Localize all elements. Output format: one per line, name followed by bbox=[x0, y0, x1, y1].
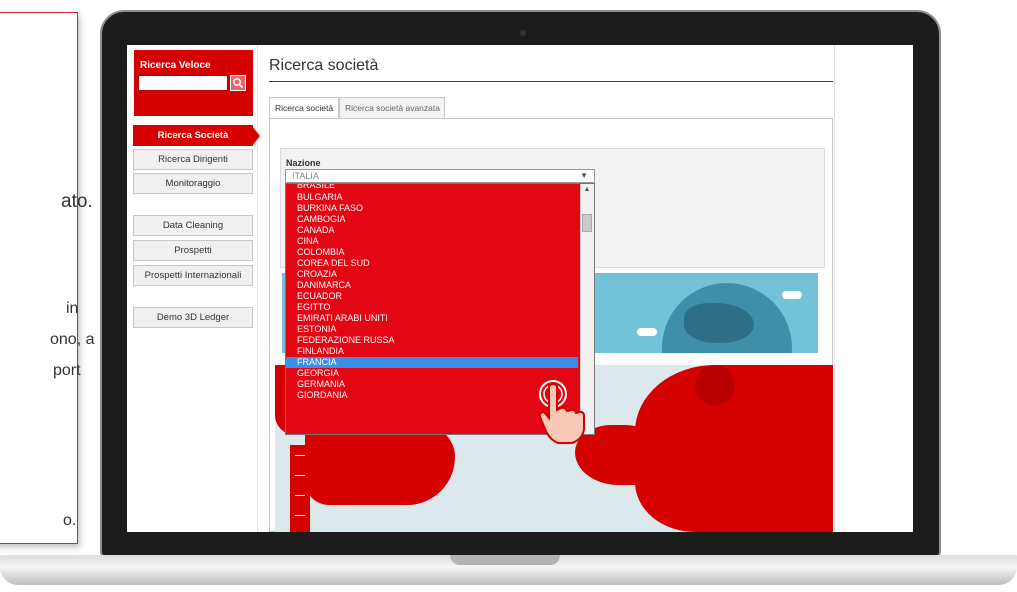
quick-search-box: Ricerca Veloce bbox=[134, 50, 253, 116]
map-zoom-control[interactable] bbox=[290, 445, 310, 532]
title-divider bbox=[269, 81, 833, 82]
camera bbox=[520, 30, 526, 36]
content-border bbox=[834, 45, 835, 532]
globe-image bbox=[662, 283, 792, 353]
cloud-shape bbox=[637, 328, 657, 336]
dropdown-option[interactable]: FEDERAZIONE RUSSA bbox=[286, 335, 578, 346]
dropdown-option[interactable]: BRASILE bbox=[286, 184, 578, 191]
dropdown-option[interactable]: ESTONIA bbox=[286, 324, 578, 335]
page-title: Ricerca società bbox=[269, 57, 379, 74]
dropdown-option[interactable]: CAMBOGIA bbox=[286, 214, 578, 225]
scrollbar-thumb[interactable] bbox=[582, 214, 592, 232]
note-fragment: in bbox=[66, 300, 79, 317]
dropdown-option[interactable]: DANIMARCA bbox=[286, 280, 578, 291]
dropdown-option[interactable]: BURKINA FASO bbox=[286, 203, 578, 214]
dropdown-option-highlighted[interactable]: FRANCIA bbox=[286, 357, 578, 368]
laptop-notch bbox=[450, 555, 560, 565]
note-fragment: ato. bbox=[61, 191, 93, 212]
sidebar-item-prospetti[interactable]: Prospetti bbox=[133, 240, 253, 261]
note-fragment: ono, a bbox=[50, 331, 95, 348]
quick-search-title: Ricerca Veloce bbox=[140, 60, 211, 71]
sidebar-item-monitoraggio[interactable]: Monitoraggio bbox=[133, 173, 253, 194]
zoom-tick bbox=[295, 455, 305, 456]
sidebar-item-ricerca-societa[interactable]: Ricerca Società bbox=[133, 125, 260, 146]
quick-search-button[interactable] bbox=[230, 75, 246, 91]
dropdown-option[interactable]: COLOMBIA bbox=[286, 247, 578, 258]
note-card: ato. in ono, a port o. bbox=[0, 12, 94, 544]
dropdown-option[interactable]: CINA bbox=[286, 236, 578, 247]
chevron-down-icon: ▼ bbox=[580, 171, 588, 180]
dropdown-option[interactable]: CROAZIA bbox=[286, 269, 578, 280]
cloud-shape bbox=[782, 291, 802, 299]
dropdown-option[interactable]: COREA DEL SUD bbox=[286, 258, 578, 269]
nazione-selected-value: ITALIA bbox=[292, 171, 319, 181]
search-icon bbox=[233, 78, 244, 89]
screen: Ricerca Veloce Ricerca Società Ricerca D… bbox=[127, 45, 913, 532]
zoom-tick bbox=[295, 515, 305, 516]
quick-search-input[interactable] bbox=[138, 75, 228, 91]
hand-pointer-icon bbox=[538, 380, 585, 444]
scroll-up-icon[interactable]: ▲ bbox=[580, 184, 594, 196]
map-land bbox=[305, 425, 455, 505]
sidebar-item-demo-3d-ledger[interactable]: Demo 3D Ledger bbox=[133, 307, 253, 328]
sidebar-item-ricerca-dirigenti[interactable]: Ricerca Dirigenti bbox=[133, 149, 253, 170]
zoom-tick bbox=[295, 475, 305, 476]
sidebar: Ricerca Veloce Ricerca Società Ricerca D… bbox=[127, 45, 260, 532]
sidebar-item-data-cleaning[interactable]: Data Cleaning bbox=[133, 215, 253, 236]
tab-ricerca-societa-avanzata[interactable]: Ricerca società avanzata bbox=[339, 97, 445, 119]
nazione-label: Nazione bbox=[286, 158, 321, 168]
dropdown-option[interactable]: FINLANDIA bbox=[286, 346, 578, 357]
nazione-select[interactable]: ITALIA ▼ bbox=[285, 169, 595, 183]
dropdown-option[interactable]: EGITTO bbox=[286, 302, 578, 313]
tab-ricerca-societa[interactable]: Ricerca società bbox=[269, 97, 339, 119]
sidebar-item-prospetti-internazionali[interactable]: Prospetti Internazionali bbox=[133, 265, 253, 286]
dropdown-option[interactable]: BULGARIA bbox=[286, 192, 578, 203]
dropdown-option[interactable]: EMIRATI ARABI UNITI bbox=[286, 313, 578, 324]
map-land bbox=[695, 365, 735, 405]
dropdown-option[interactable]: CANADA bbox=[286, 225, 578, 236]
dropdown-option[interactable]: ECUADOR bbox=[286, 291, 578, 302]
note-fragment: port bbox=[53, 362, 81, 379]
note-fragment: o. bbox=[63, 512, 77, 529]
zoom-tick bbox=[295, 495, 305, 496]
